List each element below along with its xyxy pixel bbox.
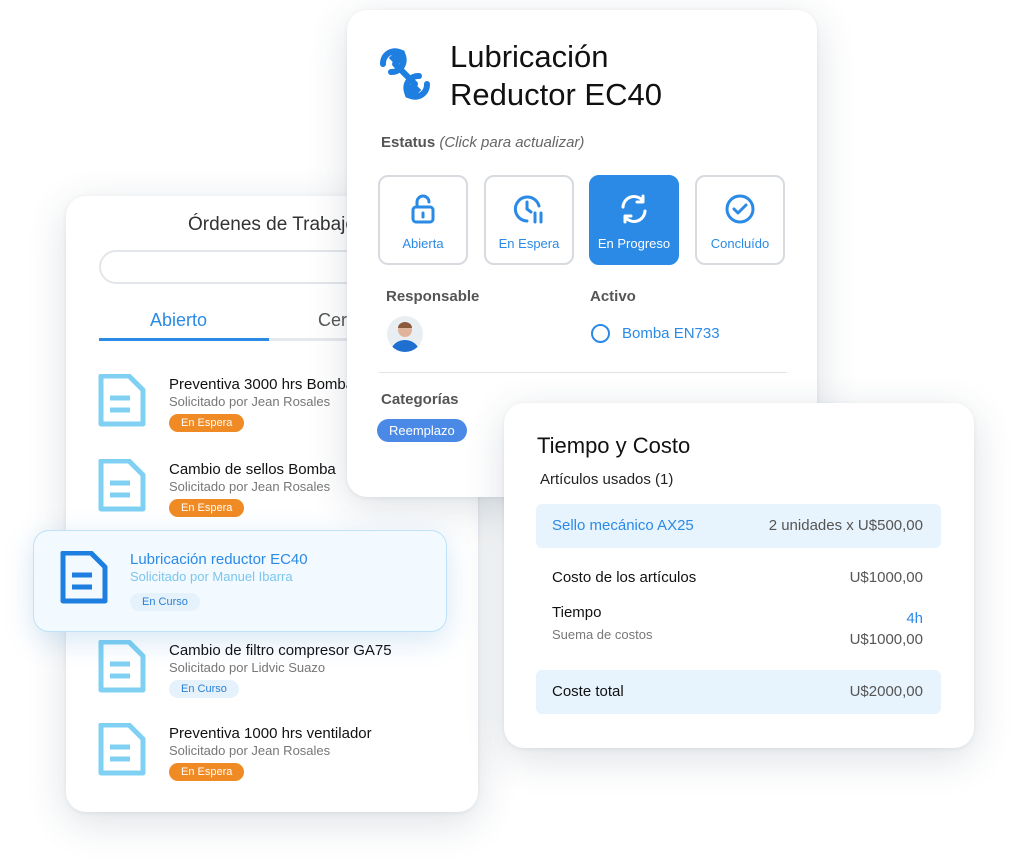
order-title: Cambio de filtro compresor GA75 <box>169 642 392 659</box>
status-button-label: En Espera <box>498 236 560 251</box>
divider <box>379 372 787 373</box>
items-cost-value: U$1000,00 <box>849 569 923 586</box>
status-button-on-hold[interactable]: En Espera <box>484 175 574 265</box>
document-icon <box>98 459 146 512</box>
status-hint: (Click para actualizar) <box>439 134 585 151</box>
asset-label: Activo <box>590 288 636 305</box>
time-row: Tiempo Suema de costos 4h U$1000,00 <box>536 602 941 652</box>
status-button-done[interactable]: Concluído <box>695 175 785 265</box>
order-title: Preventiva 1000 hrs ventilador <box>169 725 372 742</box>
order-requested-by: Solicitado por Manuel Ibarra <box>130 569 293 584</box>
page-title: Lubricación Reductor EC40 <box>450 38 662 114</box>
time-label: Tiempo <box>552 604 602 621</box>
asset-radio[interactable] <box>591 324 610 343</box>
status-badge: En Espera <box>169 499 245 517</box>
category-badge[interactable]: Reemplazo <box>377 419 467 442</box>
status-label-text: Estatus <box>381 134 436 151</box>
document-icon <box>98 640 146 693</box>
item-row[interactable]: Sello mecánico AX25 2 unidades x U$500,0… <box>536 504 941 548</box>
total-row: Coste total U$2000,00 <box>536 670 941 714</box>
items-used-label: Artículos usados (1) <box>540 471 674 488</box>
order-requested-by: Solicitado por Lidvic Suazo <box>169 660 326 675</box>
item-quantity: 2 unidades x U$500,00 <box>768 517 923 534</box>
wrench-icon <box>380 48 430 100</box>
total-value: U$2000,00 <box>849 683 923 700</box>
time-cost-title: Tiempo y Costo <box>537 433 691 458</box>
refresh-icon <box>621 194 647 224</box>
responsible-label: Responsable <box>386 288 480 305</box>
status-button-label: En Progreso <box>597 236 671 251</box>
status-badge: En Espera <box>169 414 245 432</box>
status-label: Estatus (Click para actualizar) <box>381 134 584 151</box>
order-requested-by: Solicitado por Jean Rosales <box>169 479 331 494</box>
order-title: Cambio de sellos Bomba <box>169 461 336 478</box>
title-line: Reductor EC40 <box>450 77 662 112</box>
order-title: Lubricación reductor EC40 <box>130 551 308 568</box>
tab-open[interactable]: Abierto <box>150 310 207 331</box>
time-value: 4h <box>906 610 923 627</box>
avatar[interactable] <box>387 316 423 352</box>
document-icon <box>98 723 146 776</box>
order-requested-by: Solicitado por Jean Rosales <box>169 394 331 409</box>
order-item[interactable]: Cambio de filtro compresor GA75 Solicita… <box>96 640 456 710</box>
items-cost-label: Costo de los artículos <box>552 569 697 586</box>
order-title: Preventiva 3000 hrs Bomba <box>169 376 355 393</box>
time-cost-value: U$1000,00 <box>849 631 923 648</box>
check-circle-icon <box>725 194 755 224</box>
active-tab-indicator <box>99 338 269 341</box>
selected-order-item[interactable]: Lubricación reductor EC40 Solicitado por… <box>33 530 447 632</box>
lock-open-icon <box>411 194 435 224</box>
time-subtitle: Suema de costos <box>552 627 653 642</box>
time-cost-card: Tiempo y Costo Artículos usados (1) Sell… <box>504 403 974 748</box>
total-label: Coste total <box>552 683 624 700</box>
items-cost-row: Costo de los artículos U$1000,00 <box>536 563 941 607</box>
title-line: Lubricación <box>450 39 609 74</box>
status-badge: En Curso <box>169 680 239 698</box>
pause-clock-icon <box>513 195 543 224</box>
status-button-open[interactable]: Abierta <box>378 175 468 265</box>
asset-link[interactable]: Bomba EN733 <box>622 325 720 342</box>
item-name: Sello mecánico AX25 <box>552 517 694 534</box>
status-button-label: Abierta <box>402 236 444 251</box>
document-icon <box>60 551 108 604</box>
order-requested-by: Solicitado por Jean Rosales <box>169 743 331 758</box>
status-badge: En Curso <box>130 593 200 611</box>
person-icon <box>391 322 419 352</box>
status-button-label: Concluído <box>710 236 770 251</box>
status-badge: En Espera <box>169 763 245 781</box>
categories-label: Categorías <box>381 391 459 408</box>
order-item[interactable]: Preventiva 1000 hrs ventilador Solicitad… <box>96 723 456 793</box>
status-button-in-progress[interactable]: En Progreso <box>589 175 679 265</box>
document-icon <box>98 374 146 427</box>
